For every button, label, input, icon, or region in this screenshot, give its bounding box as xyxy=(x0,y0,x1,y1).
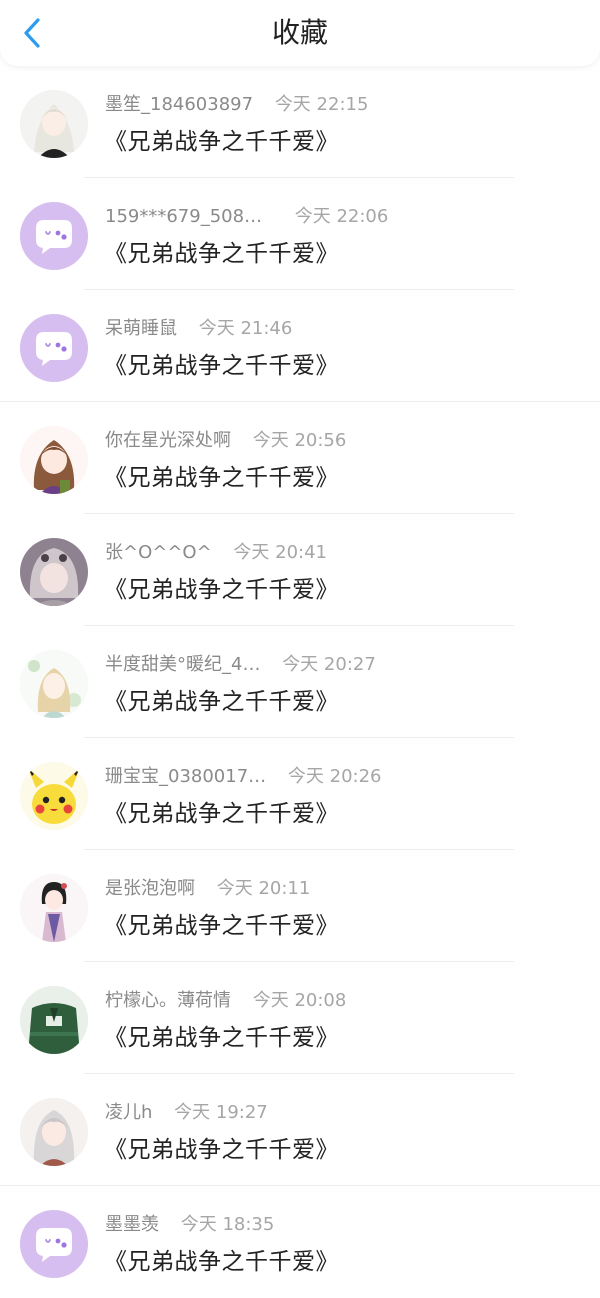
flower-girl-icon xyxy=(20,650,88,718)
list-item[interactable]: 你在星光深处啊 今天 20:56 《兄弟战争之千千爱》 xyxy=(0,402,600,514)
list-item[interactable]: 是张泡泡啊 今天 20:11 《兄弟战争之千千爱》 xyxy=(0,850,600,962)
list-item[interactable]: 159***679_5089… 今天 22:06 《兄弟战争之千千爱》 xyxy=(0,178,600,290)
timestamp: 今天 20:11 xyxy=(216,878,311,899)
work-title[interactable]: 《兄弟战争之千千爱》 xyxy=(104,906,339,940)
pikachu-icon xyxy=(20,762,88,830)
item-meta: 墨墨羡 今天 18:35 xyxy=(105,1212,274,1238)
avatar[interactable] xyxy=(20,762,88,830)
timestamp: 今天 20:41 xyxy=(233,542,328,563)
timestamp: 今天 21:46 xyxy=(198,318,293,339)
chat-bubble-icon xyxy=(20,1210,88,1278)
avatar[interactable] xyxy=(20,314,88,382)
timestamp: 今天 20:26 xyxy=(287,766,382,787)
avatar[interactable] xyxy=(20,650,88,718)
item-meta: 是张泡泡啊 今天 20:11 xyxy=(105,876,310,902)
item-meta: 你在星光深处啊 今天 20:56 xyxy=(105,428,346,454)
item-meta: 凌儿h 今天 19:27 xyxy=(105,1100,268,1126)
item-meta: 159***679_5089… 今天 22:06 xyxy=(105,204,388,230)
green-jacket-icon xyxy=(20,986,88,1054)
avatar[interactable] xyxy=(20,538,88,606)
username: 半度甜美°暖纪_4… xyxy=(105,654,261,675)
hooded-girl-icon xyxy=(20,538,88,606)
brown-hair-girl-icon xyxy=(20,426,88,494)
timestamp: 今天 22:06 xyxy=(294,206,389,227)
username: 呆萌睡鼠 xyxy=(105,318,177,339)
username: 是张泡泡啊 xyxy=(105,878,195,899)
timestamp: 今天 18:35 xyxy=(180,1214,275,1235)
username: 你在星光深处啊 xyxy=(105,430,231,451)
list-item[interactable]: 张^O^^O^ 今天 20:41 《兄弟战争之千千爱》 xyxy=(0,514,600,626)
timestamp: 今天 20:56 xyxy=(252,430,347,451)
work-title[interactable]: 《兄弟战争之千千爱》 xyxy=(104,1242,339,1276)
timestamp: 今天 20:27 xyxy=(282,654,376,675)
white-hair-girl-icon xyxy=(20,90,88,158)
work-title[interactable]: 《兄弟战争之千千爱》 xyxy=(104,122,339,156)
avatar[interactable] xyxy=(20,426,88,494)
item-meta: 柠檬心。薄荷情 今天 20:08 xyxy=(105,988,346,1014)
work-title[interactable]: 《兄弟战争之千千爱》 xyxy=(104,794,339,828)
username: 墨墨羡 xyxy=(105,1214,159,1235)
username: 张^O^^O^ xyxy=(105,542,212,563)
timestamp: 今天 19:27 xyxy=(174,1102,268,1123)
list-item[interactable]: 半度甜美°暖纪_4… 今天 20:27 《兄弟战争之千千爱》 xyxy=(0,626,600,738)
username: 墨笙_184603897 xyxy=(105,94,254,115)
work-title[interactable]: 《兄弟战争之千千爱》 xyxy=(104,1018,339,1052)
avatar[interactable] xyxy=(20,1098,88,1166)
work-title[interactable]: 《兄弟战争之千千爱》 xyxy=(104,682,339,716)
avatar[interactable] xyxy=(20,1210,88,1278)
work-title[interactable]: 《兄弟战争之千千爱》 xyxy=(104,570,339,604)
top-bar: 收藏 xyxy=(0,0,600,66)
username: 柠檬心。薄荷情 xyxy=(105,990,231,1011)
username: 珊宝宝_0380017… xyxy=(105,766,267,787)
work-title[interactable]: 《兄弟战争之千千爱》 xyxy=(104,1130,339,1164)
work-title[interactable]: 《兄弟战争之千千爱》 xyxy=(104,458,339,492)
username: 凌儿h xyxy=(105,1102,153,1123)
item-meta: 珊宝宝_0380017… 今天 20:26 xyxy=(105,764,382,790)
list-item[interactable]: 凌儿h 今天 19:27 《兄弟战争之千千爱》 xyxy=(0,1074,600,1186)
chat-bubble-icon xyxy=(20,202,88,270)
item-meta: 张^O^^O^ 今天 20:41 xyxy=(105,540,327,566)
list-item[interactable]: 珊宝宝_0380017… 今天 20:26 《兄弟战争之千千爱》 xyxy=(0,738,600,850)
chat-bubble-icon xyxy=(20,314,88,382)
silver-hair-girl-icon xyxy=(20,1098,88,1166)
list-item[interactable]: 呆萌睡鼠 今天 21:46 《兄弟战争之千千爱》 xyxy=(0,290,600,402)
username: 159***679_5089… xyxy=(105,206,273,227)
item-meta: 墨笙_184603897 今天 22:15 xyxy=(105,92,368,118)
page-title: 收藏 xyxy=(271,16,328,49)
favorites-list: 墨笙_184603897 今天 22:15 《兄弟战争之千千爱》 159***6… xyxy=(0,66,600,1298)
list-item[interactable]: 柠檬心。薄荷情 今天 20:08 《兄弟战争之千千爱》 xyxy=(0,962,600,1074)
item-meta: 半度甜美°暖纪_4… 今天 20:27 xyxy=(105,652,376,678)
timestamp: 今天 20:08 xyxy=(252,990,347,1011)
avatar[interactable] xyxy=(20,874,88,942)
list-item[interactable]: 墨笙_184603897 今天 22:15 《兄弟战争之千千爱》 xyxy=(0,66,600,178)
avatar[interactable] xyxy=(20,202,88,270)
work-title[interactable]: 《兄弟战争之千千爱》 xyxy=(104,346,339,380)
item-meta: 呆萌睡鼠 今天 21:46 xyxy=(105,316,292,342)
hanfu-girl-icon xyxy=(20,874,88,942)
avatar[interactable] xyxy=(20,90,88,158)
avatar[interactable] xyxy=(20,986,88,1054)
timestamp: 今天 22:15 xyxy=(274,94,369,115)
list-item[interactable]: 墨墨羡 今天 18:35 《兄弟战争之千千爱》 xyxy=(0,1186,600,1298)
work-title[interactable]: 《兄弟战争之千千爱》 xyxy=(104,234,339,268)
